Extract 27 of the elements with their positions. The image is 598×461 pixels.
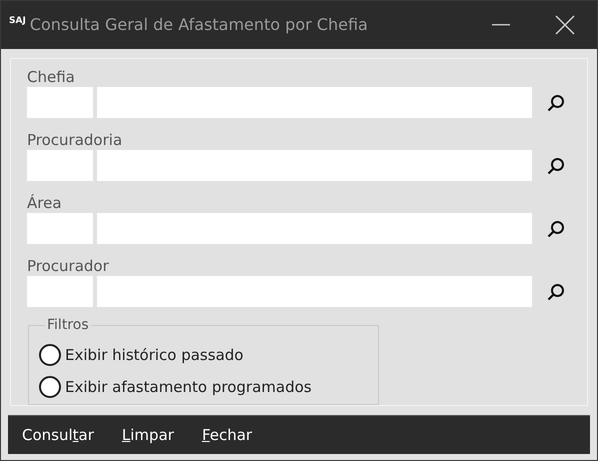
description-field[interactable] bbox=[97, 276, 532, 307]
window-title: Consulta Geral de Afastamento por Chefia bbox=[30, 14, 368, 36]
action-button[interactable]: Consultar bbox=[22, 424, 94, 446]
field-label: Procuradoria bbox=[27, 130, 124, 150]
close-icon bbox=[555, 15, 575, 35]
code-field[interactable] bbox=[27, 87, 93, 118]
search-icon bbox=[547, 94, 565, 112]
field-label: Chefia bbox=[27, 67, 76, 87]
field-label: Procurador bbox=[27, 256, 110, 276]
action-button[interactable]: Limpar bbox=[122, 424, 174, 446]
radio-label: Exibir afastamento programados bbox=[65, 376, 312, 398]
description-field[interactable] bbox=[97, 87, 532, 118]
code-field[interactable] bbox=[27, 213, 93, 244]
search-icon bbox=[547, 156, 565, 174]
search-icon bbox=[547, 282, 565, 300]
code-field[interactable] bbox=[27, 276, 93, 307]
radio-button[interactable] bbox=[39, 376, 61, 398]
action-button[interactable]: Fechar bbox=[202, 424, 252, 446]
radio-button[interactable] bbox=[39, 344, 61, 366]
description-field[interactable] bbox=[97, 150, 532, 181]
code-field[interactable] bbox=[27, 150, 93, 181]
radio-label: Exibir histórico passado bbox=[65, 345, 244, 366]
minimize-icon bbox=[492, 24, 510, 26]
search-icon bbox=[547, 220, 565, 238]
app-logo: SAJ bbox=[9, 15, 26, 28]
field-label: Área bbox=[27, 193, 63, 213]
description-field[interactable] bbox=[97, 213, 532, 244]
